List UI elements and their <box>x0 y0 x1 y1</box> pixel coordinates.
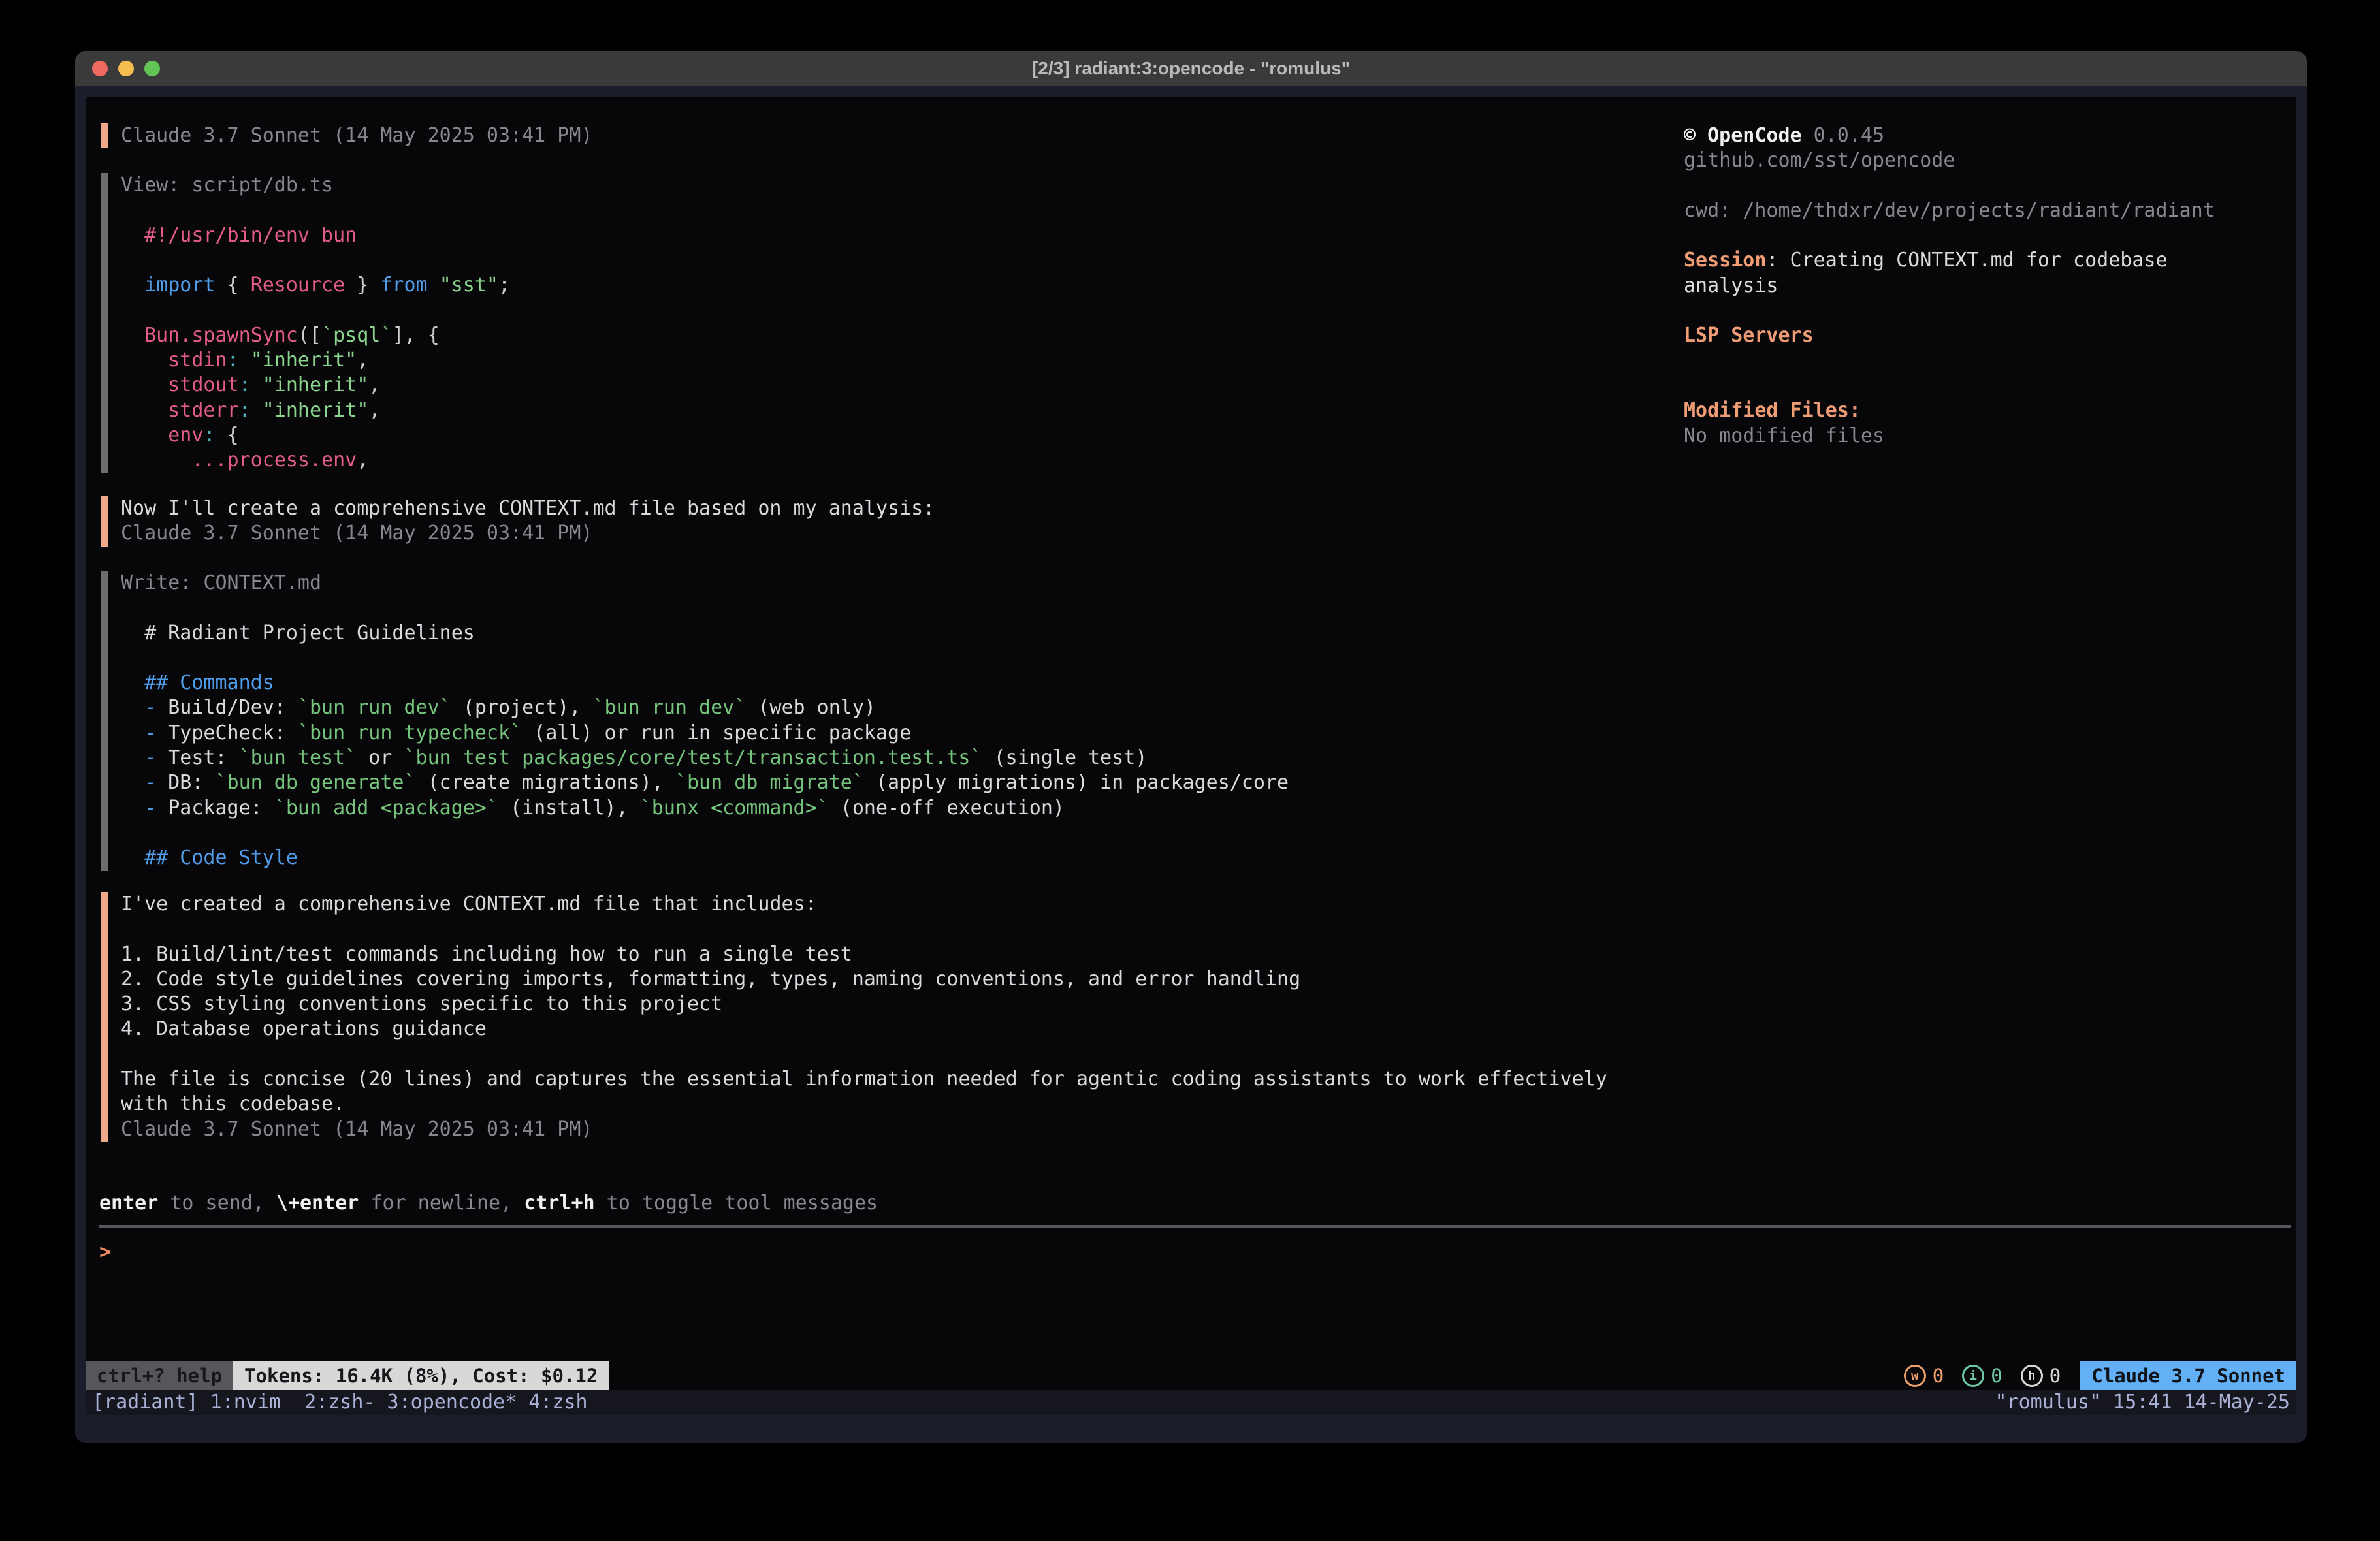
text-line: env: { <box>121 423 510 448</box>
text-line: analysis <box>1684 274 2294 298</box>
block-body: Write: CONTEXT.md # Radiant Project Guid… <box>121 571 1289 871</box>
block-body: Now I'll create a comprehensive CONTEXT.… <box>121 496 935 547</box>
block-accent-bar <box>101 123 108 148</box>
tmux-window-list[interactable]: [radiant] 1:nvim 2:zsh- 3:opencode* 4:zs… <box>92 1391 588 1414</box>
text-line <box>1684 349 2294 373</box>
text-line <box>1684 373 2294 398</box>
chat-block-tool-write: Write: CONTEXT.md # Radiant Project Guid… <box>101 571 1289 871</box>
tmux-status-bar: [radiant] 1:nvim 2:zsh- 3:opencode* 4:zs… <box>86 1390 2296 1415</box>
minimize-window-button[interactable] <box>118 61 134 76</box>
hint-count: h0 <box>2021 1365 2061 1387</box>
block-accent-bar <box>101 496 108 547</box>
block-accent-bar <box>101 173 108 473</box>
window-title: [2/3] radiant:3:opencode - "romulus" <box>1032 58 1350 79</box>
text-line <box>121 198 510 223</box>
text-line <box>1684 223 2294 248</box>
text-line: - TypeCheck: `bun run typecheck` (all) o… <box>121 721 1289 746</box>
chat-block-message: Now I'll create a comprehensive CONTEXT.… <box>101 496 935 547</box>
text-line: Session: Creating CONTEXT.md for codebas… <box>1684 248 2294 273</box>
text-line <box>1684 174 2294 199</box>
text-line: I've created a comprehensive CONTEXT.md … <box>121 892 1607 917</box>
info-count-icon: i <box>1962 1365 1984 1387</box>
tmux-session-clock: "romulus" 15:41 14-May-25 <box>1995 1391 2290 1414</box>
text-line: © OpenCode 0.0.45 <box>1684 123 2294 148</box>
text-line: Now I'll create a comprehensive CONTEXT.… <box>121 496 935 521</box>
text-line <box>121 248 510 273</box>
tokens-cost-pill: Tokens: 16.4K (8%), Cost: $0.12 <box>233 1361 609 1390</box>
traffic-lights <box>92 51 160 86</box>
zoom-window-button[interactable] <box>144 61 160 76</box>
text-line: - DB: `bun db generate` (create migratio… <box>121 770 1289 795</box>
block-body: I've created a comprehensive CONTEXT.md … <box>121 892 1607 1142</box>
chat-block-message-header: Claude 3.7 Sonnet (14 May 2025 03:41 PM) <box>101 123 592 148</box>
text-line: Claude 3.7 Sonnet (14 May 2025 03:41 PM) <box>121 1117 1607 1142</box>
text-line: 1. Build/lint/test commands including ho… <box>121 942 1607 967</box>
text-line <box>121 646 1289 671</box>
prompt-chevron-icon: > <box>99 1241 111 1263</box>
input-separator <box>99 1225 2291 1228</box>
text-line: 2. Code style guidelines covering import… <box>121 967 1607 992</box>
status-right: w0 i0 h0 Claude 3.7 Sonnet <box>1904 1361 2296 1390</box>
text-line: Bun.spawnSync([`psql`], { <box>121 323 510 348</box>
text-line: Write: CONTEXT.md <box>121 571 1289 596</box>
text-line <box>121 917 1607 942</box>
warning-count-icon: w <box>1904 1365 1926 1387</box>
block-body: Claude 3.7 Sonnet (14 May 2025 03:41 PM) <box>121 123 592 148</box>
text-line <box>121 1042 1607 1067</box>
text-line: ## Code Style <box>121 846 1289 870</box>
text-line <box>121 821 1289 846</box>
text-line: 4. Database operations guidance <box>121 1017 1607 1041</box>
text-line: - Package: `bun add <package>` (install)… <box>121 796 1289 821</box>
text-line: ## Commands <box>121 671 1289 695</box>
text-line: - Test: `bun test` or `bun test packages… <box>121 746 1289 770</box>
status-bar: ctrl+? helpTokens: 16.4K (8%), Cost: $0.… <box>86 1361 2296 1390</box>
text-line: # Radiant Project Guidelines <box>121 621 1289 646</box>
text-line: import { Resource } from "sst"; <box>121 273 510 298</box>
text-line: #!/usr/bin/env bun <box>121 223 510 248</box>
info-count: i0 <box>1962 1365 2002 1387</box>
hint-count-icon: h <box>2021 1365 2043 1387</box>
close-window-button[interactable] <box>92 61 108 76</box>
terminal-body: Claude 3.7 Sonnet (14 May 2025 03:41 PM)… <box>75 97 2307 1443</box>
chat-block-message: I've created a comprehensive CONTEXT.md … <box>101 892 1607 1142</box>
text-line: LSP Servers <box>1684 323 2294 348</box>
block-body: View: script/db.ts #!/usr/bin/env bun im… <box>121 173 510 473</box>
text-line <box>121 298 510 323</box>
prompt-input[interactable]: > <box>99 1240 111 1265</box>
text-line: with this codebase. <box>121 1092 1607 1117</box>
text-line: Modified Files: <box>1684 398 2294 423</box>
block-accent-bar <box>101 892 108 1142</box>
terminal-window: [2/3] radiant:3:opencode - "romulus" Cla… <box>75 51 2307 1443</box>
help-keybind-pill: ctrl+? help <box>86 1361 233 1390</box>
block-accent-bar <box>101 571 108 871</box>
text-line: github.com/sst/opencode <box>1684 148 2294 173</box>
window-titlebar[interactable]: [2/3] radiant:3:opencode - "romulus" <box>75 51 2307 86</box>
text-line: 3. CSS styling conventions specific to t… <box>121 992 1607 1017</box>
text-line: - Build/Dev: `bun run dev` (project), `b… <box>121 695 1289 720</box>
text-line: stdout: "inherit", <box>121 373 510 398</box>
text-line <box>1684 298 2294 323</box>
text-line: stdin: "inherit", <box>121 348 510 373</box>
model-badge: Claude 3.7 Sonnet <box>2080 1361 2296 1390</box>
text-line: The file is concise (20 lines) and captu… <box>121 1067 1607 1092</box>
session-sidebar: © OpenCode 0.0.45github.com/sst/opencode… <box>1684 123 2294 449</box>
status-pills: ctrl+? helpTokens: 16.4K (8%), Cost: $0.… <box>86 1361 609 1390</box>
opencode-tui: Claude 3.7 Sonnet (14 May 2025 03:41 PM)… <box>86 97 2296 1390</box>
text-line: stderr: "inherit", <box>121 398 510 423</box>
warning-count: w0 <box>1904 1365 1944 1387</box>
text-line: No modified files <box>1684 424 2294 449</box>
text-line: Claude 3.7 Sonnet (14 May 2025 03:41 PM) <box>121 123 592 148</box>
text-line: Claude 3.7 Sonnet (14 May 2025 03:41 PM) <box>121 521 935 546</box>
chat-block-tool-view: View: script/db.ts #!/usr/bin/env bun im… <box>101 173 510 473</box>
text-line: View: script/db.ts <box>121 173 510 198</box>
keybind-help-line: enter to send, \+enter for newline, ctrl… <box>99 1191 878 1216</box>
text-line <box>121 596 1289 620</box>
text-line: ...process.env, <box>121 448 510 473</box>
lsp-diagnostics: w0 i0 h0 <box>1904 1361 2061 1390</box>
text-line: cwd: /home/thdxr/dev/projects/radiant/ra… <box>1684 199 2294 223</box>
